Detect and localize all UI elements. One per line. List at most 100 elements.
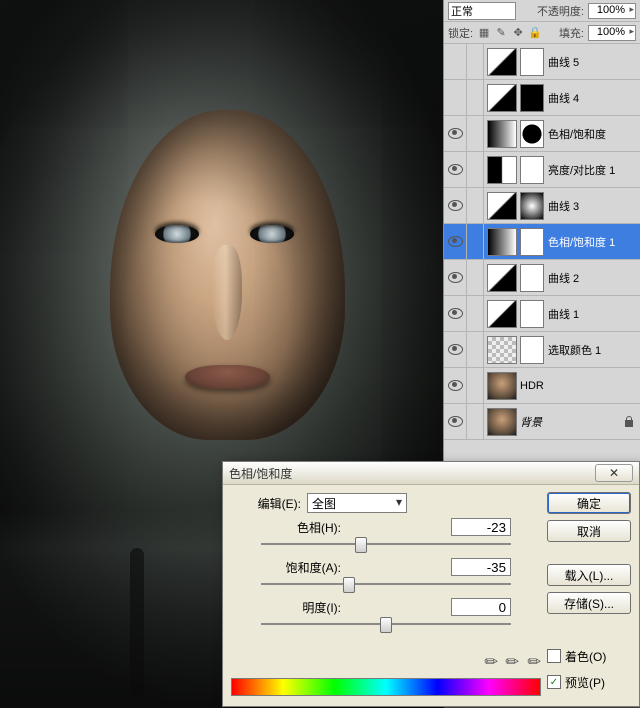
close-button[interactable]: ✕ — [595, 464, 633, 482]
layer-mask-thumbnail[interactable] — [520, 192, 544, 220]
visibility-toggle[interactable] — [444, 188, 467, 223]
saturation-label: 饱和度(A): — [261, 559, 341, 576]
layer-mask-thumbnail[interactable] — [520, 228, 544, 256]
save-button[interactable]: 存储(S)... — [547, 592, 631, 614]
eye-icon — [448, 200, 463, 211]
colorize-label: 着色(O) — [565, 648, 606, 665]
lock-label: 锁定: — [448, 25, 473, 41]
eye-icon — [448, 164, 463, 175]
layer-mask-thumbnail[interactable] — [520, 300, 544, 328]
edit-select[interactable]: 全图 — [307, 493, 407, 513]
layer-thumbnail[interactable] — [487, 48, 517, 76]
layer-name[interactable]: 色相/饱和度 — [548, 126, 640, 142]
eye-icon — [448, 236, 463, 247]
eye-icon — [448, 272, 463, 283]
opacity-field[interactable]: 100% — [588, 3, 636, 19]
link-column — [467, 116, 484, 151]
edit-value: 全图 — [312, 495, 336, 512]
visibility-toggle[interactable] — [444, 368, 467, 403]
eye-icon — [448, 380, 463, 391]
lightness-slider[interactable] — [261, 616, 511, 632]
layer-mask-thumbnail[interactable] — [520, 156, 544, 184]
layer-thumbnail[interactable] — [487, 84, 517, 112]
layer-mask-thumbnail[interactable] — [520, 48, 544, 76]
dialog-title: 色相/饱和度 — [229, 465, 292, 482]
blend-mode-select[interactable]: 正常 — [448, 2, 516, 20]
colorize-checkbox[interactable] — [547, 649, 561, 663]
layer-name[interactable]: 选取颜色 1 — [548, 342, 640, 358]
layer-row[interactable]: 曲线 2 — [444, 260, 640, 296]
layer-name[interactable]: 亮度/对比度 1 — [548, 162, 640, 178]
lock-icon — [624, 416, 634, 428]
opacity-label: 不透明度: — [537, 3, 584, 19]
cancel-button[interactable]: 取消 — [547, 520, 631, 542]
layer-name[interactable]: 曲线 5 — [548, 54, 640, 70]
layer-thumbnail[interactable] — [487, 156, 517, 184]
layer-mask-thumbnail[interactable] — [520, 336, 544, 364]
visibility-toggle[interactable] — [444, 224, 467, 259]
eyedropper-icon[interactable]: ✎ — [480, 650, 504, 674]
edit-label: 编辑(E): — [231, 495, 301, 512]
eye-icon — [448, 416, 463, 427]
layer-thumbnail[interactable] — [487, 228, 517, 256]
layer-row[interactable]: 色相/饱和度 — [444, 116, 640, 152]
layer-name[interactable]: 色相/饱和度 1 — [548, 234, 640, 250]
layer-thumbnail[interactable] — [487, 372, 517, 400]
visibility-toggle[interactable] — [444, 404, 467, 439]
layer-row[interactable]: 选取颜色 1 — [444, 332, 640, 368]
lightness-input[interactable] — [451, 598, 511, 616]
eye-icon — [448, 308, 463, 319]
visibility-toggle[interactable] — [444, 152, 467, 187]
fill-field[interactable]: 100% — [588, 25, 636, 41]
visibility-toggle[interactable] — [444, 44, 467, 79]
layer-row[interactable]: 曲线 1 — [444, 296, 640, 332]
saturation-slider[interactable] — [261, 576, 511, 592]
layer-row[interactable]: 曲线 3 — [444, 188, 640, 224]
layer-name[interactable]: 背景 — [520, 414, 624, 430]
preview-checkbox[interactable]: ✓ — [547, 675, 561, 689]
layer-mask-thumbnail[interactable] — [520, 84, 544, 112]
lock-position-icon[interactable]: ✥ — [511, 26, 525, 39]
layer-thumbnail[interactable] — [487, 264, 517, 292]
visibility-toggle[interactable] — [444, 116, 467, 151]
layer-row[interactable]: 色相/饱和度 1 — [444, 224, 640, 260]
layer-thumbnail[interactable] — [487, 120, 517, 148]
close-icon: ✕ — [609, 466, 619, 480]
layer-row[interactable]: HDR — [444, 368, 640, 404]
eyedropper-add-icon[interactable]: ✎ — [501, 650, 525, 674]
layer-mask-thumbnail[interactable] — [520, 264, 544, 292]
lock-all-icon[interactable]: 🔒 — [528, 26, 542, 39]
layers-list[interactable]: 曲线 5 曲线 4 色相/饱和度亮度/对比度 1 曲线 3 色相/饱和度 1 曲线 2 曲线… — [444, 44, 640, 472]
visibility-toggle[interactable] — [444, 296, 467, 331]
layer-name[interactable]: 曲线 1 — [548, 306, 640, 322]
layer-row[interactable]: 亮度/对比度 1 — [444, 152, 640, 188]
layer-thumbnail[interactable] — [487, 408, 517, 436]
hue-input[interactable] — [451, 518, 511, 536]
layer-mask-thumbnail[interactable] — [520, 120, 544, 148]
layer-thumbnail[interactable] — [487, 300, 517, 328]
layer-row[interactable]: 曲线 5 — [444, 44, 640, 80]
layer-name[interactable]: 曲线 3 — [548, 198, 640, 214]
lock-pixels-icon[interactable]: ✎ — [494, 26, 508, 39]
visibility-toggle[interactable] — [444, 332, 467, 367]
layers-panel: 正常 不透明度: 100% 锁定: ▦ ✎ ✥ 🔒 填充: 100% 曲线 5曲… — [443, 0, 640, 472]
layer-thumbnail[interactable] — [487, 192, 517, 220]
visibility-toggle[interactable] — [444, 260, 467, 295]
hue-slider[interactable] — [261, 536, 511, 552]
ok-button[interactable]: 确定 — [547, 492, 631, 514]
link-column — [467, 80, 484, 115]
layer-thumbnail[interactable] — [487, 336, 517, 364]
lock-transparency-icon[interactable]: ▦ — [477, 26, 491, 39]
lightness-label: 明度(I): — [261, 599, 341, 616]
layer-name[interactable]: 曲线 2 — [548, 270, 640, 286]
visibility-toggle[interactable] — [444, 80, 467, 115]
layer-name[interactable]: HDR — [520, 380, 640, 392]
load-button[interactable]: 载入(L)... — [547, 564, 631, 586]
lock-buttons[interactable]: ▦ ✎ ✥ 🔒 — [477, 26, 542, 39]
layer-row[interactable]: 曲线 4 — [444, 80, 640, 116]
saturation-input[interactable] — [451, 558, 511, 576]
eyedropper-subtract-icon[interactable]: ✎ — [522, 650, 546, 674]
layer-row[interactable]: 背景 — [444, 404, 640, 440]
layer-name[interactable]: 曲线 4 — [548, 90, 640, 106]
eyedropper-group: ✎ ✎ ✎ — [485, 652, 541, 672]
